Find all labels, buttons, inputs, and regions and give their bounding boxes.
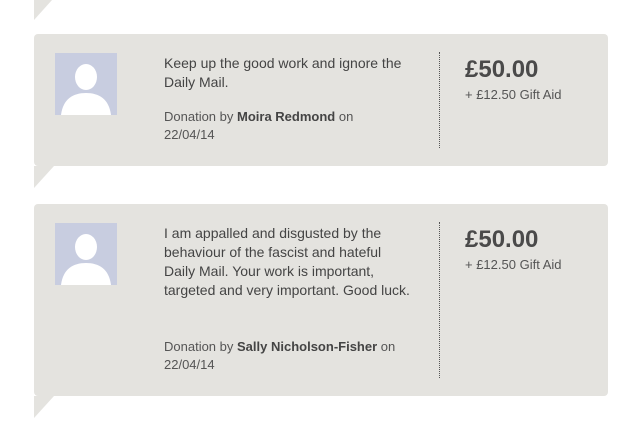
donation-amount: £50.00 [465, 226, 539, 253]
donation-byline: Donation by Sally Nicholson-Fisher on 22… [164, 338, 414, 374]
user-silhouette-icon [55, 53, 117, 115]
divider [439, 52, 440, 148]
donation-amount: £50.00 [465, 56, 539, 83]
byline-mid: on [338, 109, 354, 124]
card-tail [34, 396, 54, 418]
byline-prefix: Donation by [164, 109, 234, 124]
card-tail [34, 166, 54, 188]
gift-aid-amount: + £12.50 Gift Aid [465, 257, 562, 272]
donation-card: I am appalled and disgusted by the behav… [34, 204, 608, 418]
donation-date: 22/04/14 [164, 357, 215, 372]
donation-message: Keep up the good work and ignore the Dai… [164, 55, 402, 90]
user-silhouette-icon [55, 223, 117, 285]
divider [439, 222, 440, 378]
donations-list: Keep up the good work and ignore the Dai… [0, 0, 627, 426]
donor-name: Moira Redmond [237, 109, 336, 124]
donor-name: Sally Nicholson-Fisher [237, 339, 378, 354]
gift-aid-amount: + £12.50 Gift Aid [465, 87, 562, 102]
previous-card-tail [34, 0, 52, 20]
byline-mid: on [380, 339, 396, 354]
donation-message: I am appalled and disgusted by the behav… [164, 225, 410, 298]
donation-byline: Donation by Moira Redmond on 22/04/14 [164, 108, 414, 144]
donation-date: 22/04/14 [164, 127, 215, 142]
donation-card: Keep up the good work and ignore the Dai… [34, 34, 608, 188]
byline-prefix: Donation by [164, 339, 234, 354]
